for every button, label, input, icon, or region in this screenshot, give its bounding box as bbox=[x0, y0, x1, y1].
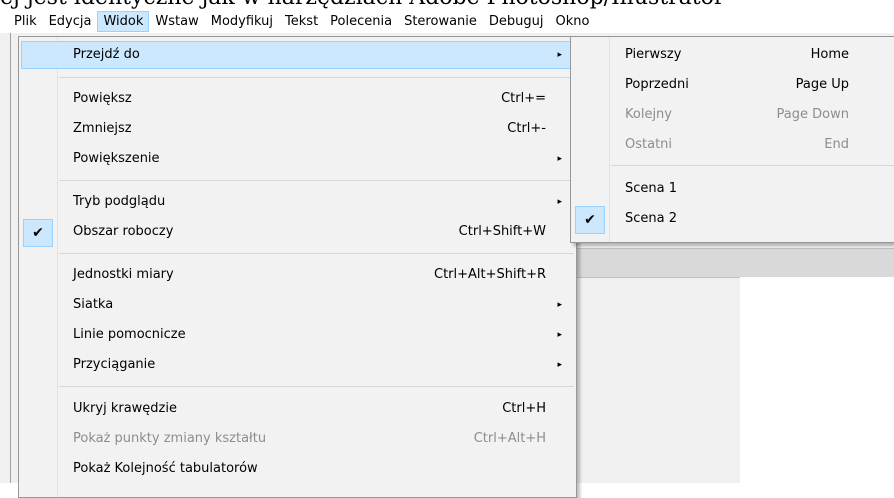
menu-item-siatka[interactable]: Siatka ▸ bbox=[19, 290, 576, 320]
menu-item-tryb-podgladu[interactable]: Tryb podglądu ▸ bbox=[19, 187, 576, 217]
submenu-arrow-icon: ▸ bbox=[557, 300, 562, 310]
submenu-arrow-icon: ▸ bbox=[557, 50, 562, 60]
submenu-arrow-icon: ▸ bbox=[557, 197, 562, 207]
menubar-edycja[interactable]: Edycja bbox=[43, 11, 98, 32]
menu-separator bbox=[59, 386, 574, 387]
menubar-widok[interactable]: Widok bbox=[97, 11, 150, 32]
menu-item-label: Siatka bbox=[73, 297, 114, 312]
menu-item-przejdz-do[interactable]: Przejdź do ▸ bbox=[19, 40, 576, 70]
view-menu: Przejdź do ▸ Powiększ Ctrl+= Zmniejsz Ct… bbox=[18, 36, 577, 498]
menu-item-zmniejsz[interactable]: Zmniejsz Ctrl+- bbox=[19, 114, 576, 144]
app-left-edge bbox=[10, 33, 11, 483]
menubar-tekst[interactable]: Tekst bbox=[279, 11, 324, 32]
menu-item-przyciaganie[interactable]: Przyciąganie ▸ bbox=[19, 350, 576, 380]
menu-item-shortcut: Ctrl+Alt+Shift+R bbox=[434, 267, 546, 282]
menu-item-label: Powiększ bbox=[73, 91, 132, 106]
menu-item-label: Pierwszy bbox=[625, 47, 682, 62]
menu-item-shortcut: Ctrl+Shift+W bbox=[458, 224, 546, 239]
menu-item-obszar-roboczy[interactable]: ✔ Obszar roboczy Ctrl+Shift+W bbox=[19, 217, 576, 247]
submenu-item-scena-2[interactable]: ✔ Scena 2 bbox=[571, 204, 894, 234]
menu-item-label: Kolejny bbox=[625, 107, 672, 122]
submenu-item-ostatni: Ostatni End bbox=[571, 130, 894, 160]
menu-item-jednostki-miary[interactable]: Jednostki miary Ctrl+Alt+Shift+R bbox=[19, 260, 576, 290]
menu-item-linie-pomocnicze[interactable]: Linie pomocnicze ▸ bbox=[19, 320, 576, 350]
menu-item-label: Pokaż punkty zmiany kształtu bbox=[73, 431, 267, 446]
menu-item-shortcut: Ctrl+H bbox=[502, 401, 546, 416]
menu-item-ukryj-krawedzie[interactable]: Ukryj krawędzie Ctrl+H bbox=[19, 394, 576, 424]
menu-separator bbox=[59, 253, 574, 254]
menu-item-label: Zmniejsz bbox=[73, 121, 132, 136]
submenu-arrow-icon: ▸ bbox=[557, 154, 562, 164]
menu-separator bbox=[611, 165, 894, 166]
menu-item-powiekszenie[interactable]: Powiększenie ▸ bbox=[19, 144, 576, 174]
menu-item-shortcut: Ctrl+= bbox=[501, 91, 546, 106]
menu-item-shortcut: Ctrl+Alt+H bbox=[473, 431, 546, 446]
menu-item-label: Tryb podglądu bbox=[73, 194, 166, 209]
menu-item-label: Powiększenie bbox=[73, 151, 160, 166]
menu-item-label: Obszar roboczy bbox=[73, 224, 174, 239]
menu-item-label: Przyciąganie bbox=[73, 357, 156, 372]
goto-submenu: Pierwszy Home Poprzedni Page Up Kolejny … bbox=[570, 36, 894, 243]
check-icon: ✔ bbox=[23, 219, 53, 247]
menu-item-label: Przejdź do bbox=[73, 47, 140, 62]
submenu-item-poprzedni[interactable]: Poprzedni Page Up bbox=[571, 70, 894, 100]
menu-item-label: Jednostki miary bbox=[73, 267, 174, 282]
menu-item-shortcut: Page Up bbox=[795, 77, 849, 92]
menubar-modyfikuj[interactable]: Modyfikuj bbox=[205, 11, 279, 32]
menu-item-powieksz[interactable]: Powiększ Ctrl+= bbox=[19, 84, 576, 114]
menubar-okno[interactable]: Okno bbox=[550, 11, 596, 32]
menu-item-pokaz-kolejnosc-tabulatorow[interactable]: Pokaż Kolejność tabulatorów bbox=[19, 454, 576, 484]
menubar-wstaw[interactable]: Wstaw bbox=[149, 11, 204, 32]
menu-item-label: Scena 2 bbox=[625, 211, 678, 226]
check-icon: ✔ bbox=[575, 206, 605, 234]
menu-separator bbox=[59, 77, 574, 78]
menu-item-label: Ukryj krawędzie bbox=[73, 401, 177, 416]
menu-item-shortcut: Page Down bbox=[776, 107, 849, 122]
toolbar-strip bbox=[576, 248, 894, 278]
submenu-item-pierwszy[interactable]: Pierwszy Home bbox=[571, 40, 894, 70]
menu-item-label: Scena 1 bbox=[625, 181, 678, 196]
menubar-debuguj[interactable]: Debuguj bbox=[483, 11, 550, 32]
submenu-arrow-icon: ▸ bbox=[557, 330, 562, 340]
submenu-arrow-icon: ▸ bbox=[557, 360, 562, 370]
submenu-item-kolejny: Kolejny Page Down bbox=[571, 100, 894, 130]
menu-item-label: Ostatni bbox=[625, 137, 673, 152]
menu-item-shortcut: Ctrl+- bbox=[507, 121, 546, 136]
menu-item-pokaz-punkty-zmiany-ksztaltu: Pokaż punkty zmiany kształtu Ctrl+Alt+H bbox=[19, 424, 576, 454]
menu-item-shortcut: Home bbox=[810, 47, 849, 62]
menu-separator bbox=[59, 180, 574, 181]
menu-item-label: Linie pomocnicze bbox=[73, 327, 186, 342]
menubar-polecenia[interactable]: Polecenia bbox=[324, 11, 398, 32]
stage-canvas[interactable] bbox=[740, 277, 894, 483]
menubar-sterowanie[interactable]: Sterowanie bbox=[398, 11, 483, 32]
menubar-plik[interactable]: Plik bbox=[0, 11, 43, 32]
menu-bar: Plik Edycja Widok Wstaw Modyfikuj Tekst … bbox=[0, 10, 894, 33]
menu-item-shortcut: End bbox=[824, 137, 849, 152]
document-text: ej jest identyczne jak w narzędziach Ado… bbox=[0, 0, 724, 10]
submenu-item-scena-1[interactable]: Scena 1 bbox=[571, 174, 894, 204]
menu-item-label: Pokaż Kolejność tabulatorów bbox=[73, 461, 258, 476]
menu-item-label: Poprzedni bbox=[625, 77, 689, 92]
